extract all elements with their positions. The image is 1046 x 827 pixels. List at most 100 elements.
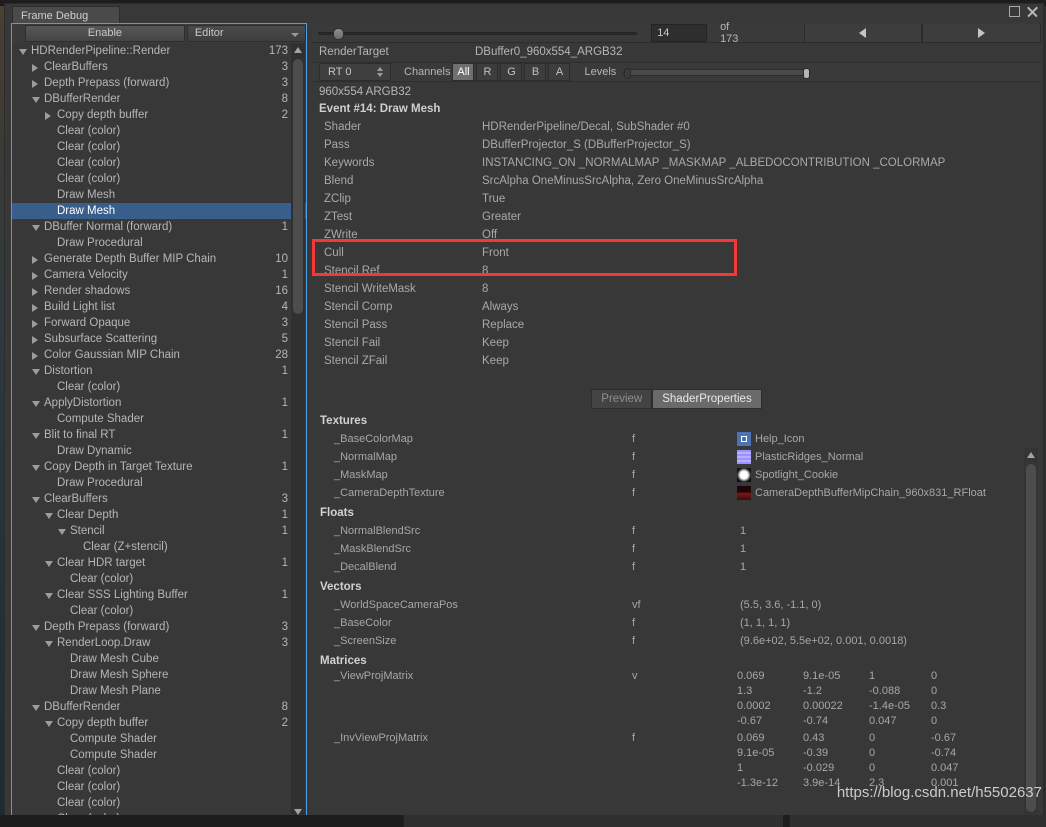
chevron-right-icon[interactable]: [32, 336, 38, 344]
tree-row[interactable]: Clear (color): [12, 155, 306, 171]
chevron-down-icon[interactable]: [32, 369, 40, 375]
chevron-down-icon[interactable]: [19, 49, 27, 55]
tree-row[interactable]: Subsurface Scattering 5: [12, 331, 306, 347]
enable-button[interactable]: Enable: [25, 25, 185, 42]
tab-shaderproperties[interactable]: ShaderProperties: [652, 389, 762, 409]
tree-row[interactable]: Depth Prepass (forward) 3: [12, 75, 306, 91]
tree-row[interactable]: Clear SSS Lighting Buffer 1: [12, 587, 306, 603]
tree-row[interactable]: Compute Shader: [12, 747, 306, 763]
properties-scroll-up-icon[interactable]: [1027, 452, 1035, 458]
tree-row[interactable]: Copy depth buffer 2: [12, 715, 306, 731]
tree-scrollbar[interactable]: [291, 43, 305, 819]
tree-row[interactable]: Distortion 1: [12, 363, 306, 379]
tree-row[interactable]: Draw Mesh Sphere: [12, 667, 306, 683]
tree-row[interactable]: Clear (color): [12, 795, 306, 811]
event-tree[interactable]: HDRenderPipeline::Render 173 ClearBuffers 3…: [12, 43, 306, 820]
levels-max-handle[interactable]: [803, 67, 811, 79]
close-icon[interactable]: [1027, 6, 1038, 17]
tree-row[interactable]: Build Light list 4: [12, 299, 306, 315]
chevron-right-icon[interactable]: [32, 272, 38, 280]
tree-row[interactable]: Render shadows 16: [12, 283, 306, 299]
chevron-down-icon[interactable]: [32, 401, 40, 407]
chevron-down-icon[interactable]: [45, 513, 53, 519]
chevron-down-icon[interactable]: [32, 625, 40, 631]
chevron-down-icon[interactable]: [32, 497, 40, 503]
previous-event-button[interactable]: [803, 23, 923, 42]
chevron-right-icon[interactable]: [32, 320, 38, 328]
chevron-down-icon[interactable]: [45, 561, 53, 567]
channel-toggle-group[interactable]: All R G B A: [450, 63, 571, 81]
tree-row[interactable]: Camera Velocity 1: [12, 267, 306, 283]
channel-button-a[interactable]: A: [548, 63, 571, 81]
chevron-right-icon[interactable]: [32, 352, 38, 360]
event-slider-knob[interactable]: [333, 27, 344, 40]
levels-slider[interactable]: [623, 67, 812, 79]
chevron-right-icon[interactable]: [32, 64, 38, 72]
tree-row[interactable]: DBufferRender 8: [12, 699, 306, 715]
chevron-down-icon[interactable]: [58, 529, 66, 535]
tree-row[interactable]: Generate Depth Buffer MIP Chain 10: [12, 251, 306, 267]
event-slider-track[interactable]: [318, 31, 638, 35]
tree-row[interactable]: ClearBuffers 3: [12, 59, 306, 75]
chevron-down-icon[interactable]: [32, 465, 40, 471]
tree-row[interactable]: Copy depth buffer 2: [12, 107, 306, 123]
event-index-input[interactable]: 14: [651, 23, 708, 42]
chevron-right-icon[interactable]: [45, 112, 51, 120]
tree-row[interactable]: Depth Prepass (forward) 3: [12, 619, 306, 635]
tree-row[interactable]: Draw Procedural: [12, 475, 306, 491]
tree-row[interactable]: RenderLoop.Draw 3: [12, 635, 306, 651]
tree-row[interactable]: Blit to final RT 1: [12, 427, 306, 443]
chevron-right-icon[interactable]: [32, 256, 38, 264]
tree-row[interactable]: DBuffer Normal (forward) 1: [12, 219, 306, 235]
tree-row[interactable]: Draw Mesh: [12, 203, 306, 219]
tree-row[interactable]: Draw Procedural: [12, 235, 306, 251]
rt-index-dropdown[interactable]: RT 0: [319, 63, 391, 81]
chevron-down-icon[interactable]: [32, 97, 40, 103]
tree-row[interactable]: Clear HDR target 1: [12, 555, 306, 571]
tree-row[interactable]: Copy Depth in Target Texture 1: [12, 459, 306, 475]
chevron-down-icon[interactable]: [32, 705, 40, 711]
tree-row[interactable]: Stencil 1: [12, 523, 306, 539]
tree-row[interactable]: Compute Shader: [12, 411, 306, 427]
levels-min-handle[interactable]: [624, 67, 632, 79]
target-dropdown[interactable]: Editor: [186, 25, 306, 42]
tree-row[interactable]: ApplyDistortion 1: [12, 395, 306, 411]
tree-row[interactable]: Clear (color): [12, 171, 306, 187]
tree-row[interactable]: Clear (Z+stencil): [12, 539, 306, 555]
chevron-down-icon[interactable]: [32, 433, 40, 439]
channel-button-r[interactable]: R: [476, 63, 499, 81]
tree-row[interactable]: Clear Depth 1: [12, 507, 306, 523]
tree-row[interactable]: Draw Mesh Plane: [12, 683, 306, 699]
tab-preview[interactable]: Preview: [591, 389, 653, 409]
chevron-down-icon[interactable]: [45, 721, 53, 727]
tree-row[interactable]: Clear (color): [12, 123, 306, 139]
tree-row[interactable]: Clear (color): [12, 139, 306, 155]
tree-row[interactable]: DBufferRender 8: [12, 91, 306, 107]
next-event-button[interactable]: [922, 23, 1041, 42]
tree-row[interactable]: Draw Mesh Cube: [12, 651, 306, 667]
tree-row[interactable]: Draw Dynamic: [12, 443, 306, 459]
properties-scrollbar[interactable]: [1024, 448, 1038, 818]
tree-row[interactable]: Clear (color): [12, 571, 306, 587]
tree-row[interactable]: Color Gaussian MIP Chain 28: [12, 347, 306, 363]
tree-scrollbar-thumb[interactable]: [293, 59, 303, 314]
tab-frame-debug[interactable]: Frame Debug: [12, 6, 120, 23]
chevron-down-icon[interactable]: [45, 641, 53, 647]
tree-row[interactable]: Clear (color): [12, 603, 306, 619]
chevron-down-icon[interactable]: [32, 225, 40, 231]
tree-row[interactable]: Clear (color): [12, 379, 306, 395]
chevron-right-icon[interactable]: [32, 304, 38, 312]
tree-row[interactable]: Clear (color): [12, 763, 306, 779]
tree-row[interactable]: Clear (color): [12, 779, 306, 795]
maximize-icon[interactable]: [1009, 6, 1020, 17]
tree-row[interactable]: HDRenderPipeline::Render 173: [12, 43, 306, 59]
chevron-right-icon[interactable]: [32, 80, 38, 88]
chevron-right-icon[interactable]: [32, 288, 38, 296]
scroll-up-icon[interactable]: [294, 47, 302, 53]
event-slider[interactable]: [314, 24, 643, 42]
tree-row[interactable]: ClearBuffers 3: [12, 491, 306, 507]
channel-button-g[interactable]: G: [500, 63, 523, 81]
properties-scrollbar-thumb[interactable]: [1026, 464, 1036, 812]
chevron-down-icon[interactable]: [45, 593, 53, 599]
property-tabs[interactable]: Preview ShaderProperties: [312, 388, 1041, 410]
